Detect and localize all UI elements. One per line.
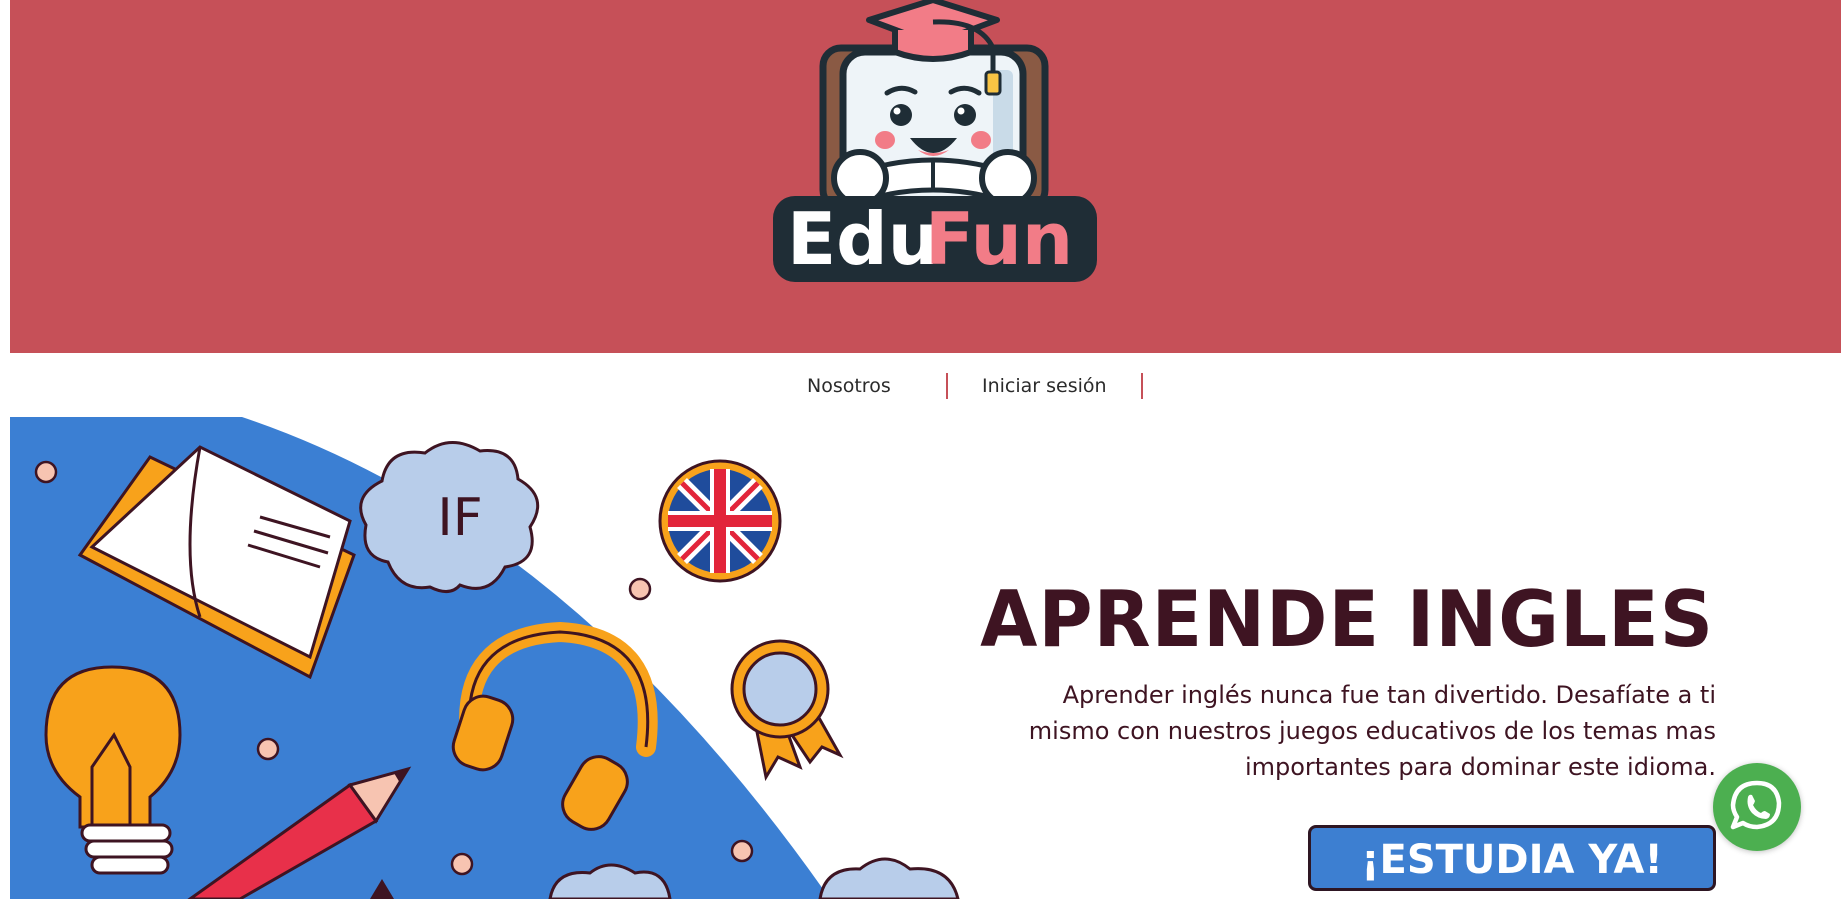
hero-description: Aprender inglés nunca fue tan divertido.…: [1028, 681, 1716, 781]
whatsapp-button[interactable]: [1713, 763, 1801, 851]
page-edge: [0, 0, 10, 899]
logo-text-edu: Edu: [787, 197, 939, 281]
hero-illustration: IF: [10, 417, 960, 899]
main-nav: Nosotros Iniciar sesión: [0, 353, 1841, 417]
nav-link-nosotros[interactable]: Nosotros: [807, 375, 891, 397]
hero-title: APRENDE INGLES: [980, 574, 1714, 666]
nav-separator: [946, 373, 948, 399]
site-header: Edu Fun: [10, 0, 1841, 353]
edufun-logo[interactable]: Edu Fun: [765, 0, 1105, 290]
nav-link-iniciar-sesion[interactable]: Iniciar sesión: [982, 375, 1107, 397]
whatsapp-icon: [1730, 780, 1782, 830]
logo-text-fun: Fun: [925, 197, 1073, 281]
award-icon: [730, 639, 844, 782]
nav-separator: [1141, 373, 1143, 399]
cloud-text: IF: [437, 488, 482, 548]
study-now-button[interactable]: ¡ESTUDIA YA!: [1308, 825, 1716, 891]
uk-flag-icon: [658, 459, 782, 583]
